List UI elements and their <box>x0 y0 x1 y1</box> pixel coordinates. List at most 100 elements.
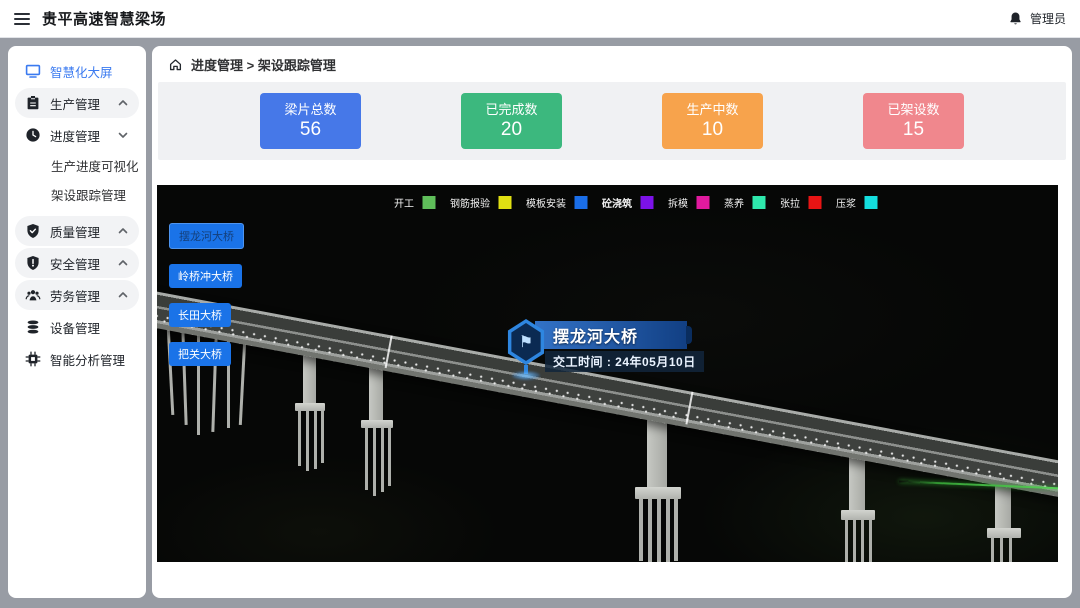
bridge-pile <box>666 499 670 562</box>
bridge-pile <box>674 499 678 561</box>
chevron-up-icon <box>117 225 129 237</box>
stat-label: 生产中数 <box>662 101 763 118</box>
bridge-pile <box>381 428 384 492</box>
legend-item: 压浆 <box>836 195 877 210</box>
clipboard-icon <box>25 95 41 111</box>
bridge-pile <box>373 428 376 496</box>
pier-cap <box>635 487 681 499</box>
bridge-button-baguan[interactable]: 把关大桥 <box>169 342 231 366</box>
bridge-3d-scene[interactable]: 开工 钢筋报验 模板安装 砼浇筑 拆模 蒸养 张拉 压浆 摆龙河大桥 岭桥冲大桥… <box>157 185 1058 562</box>
app-root: 贵平高速智慧梁场 管理员 智慧化大屏 生产管理 <box>0 0 1080 608</box>
main-content: 进度管理 > 架设跟踪管理 梁片总数 56 已完成数 20 生产中数 10 已架… <box>152 46 1072 598</box>
sidebar-item-labor[interactable]: 劳务管理 <box>15 280 139 310</box>
stat-value: 10 <box>662 118 763 141</box>
bridge-pile <box>298 411 301 466</box>
sidebar: 智慧化大屏 生产管理 进度管理 <box>8 46 146 598</box>
bridge-popup-handover-date: 交工时间 : 24年05月10日 <box>545 351 704 372</box>
bridge-pier <box>303 355 316 405</box>
database-icon <box>25 319 41 335</box>
status-legend: 开工 钢筋报验 模板安装 砼浇筑 拆模 蒸养 张拉 压浆 <box>394 195 877 210</box>
legend-swatch <box>752 196 765 209</box>
stat-card-erected[interactable]: 已架设数 15 <box>863 93 964 149</box>
legend-swatch <box>864 196 877 209</box>
bridge-pile <box>321 411 324 463</box>
sidebar-item-production[interactable]: 生产管理 <box>15 88 139 118</box>
legend-swatch <box>498 196 511 209</box>
bridge-pile <box>1009 538 1012 562</box>
sidebar-item-smart-screen[interactable]: 智慧化大屏 <box>15 56 139 86</box>
legend-swatch <box>574 196 587 209</box>
sidebar-item-equipment[interactable]: 设备管理 <box>15 312 139 342</box>
sidebar-item-label: 生产管理 <box>50 94 108 113</box>
bridge-button-lingqiaochong[interactable]: 岭桥冲大桥 <box>169 264 242 288</box>
stat-card-total-beams[interactable]: 梁片总数 56 <box>260 93 361 149</box>
bell-icon[interactable] <box>1008 11 1023 26</box>
stats-band: 梁片总数 56 已完成数 20 生产中数 10 已架设数 15 <box>158 82 1066 160</box>
stat-label: 已完成数 <box>461 101 562 118</box>
bridge-pile <box>991 538 994 562</box>
chevron-up-icon <box>117 257 129 269</box>
bridge-pile <box>306 411 309 471</box>
pier-cap <box>987 528 1021 538</box>
bridge-button-bailonghe[interactable]: 摆龙河大桥 <box>169 223 244 249</box>
legend-item: 模板安装 <box>526 195 587 210</box>
legend-item: 砼浇筑 <box>602 195 653 210</box>
pier-cap <box>841 510 875 520</box>
legend-swatch <box>696 196 709 209</box>
sidebar-item-smart-analysis[interactable]: 智能分析管理 <box>15 344 139 374</box>
stat-card-in-production[interactable]: 生产中数 10 <box>662 93 763 149</box>
top-bar: 贵平高速智慧梁场 管理员 <box>0 0 1080 38</box>
sidebar-item-label: 劳务管理 <box>50 286 108 305</box>
bridge-pile <box>869 520 872 562</box>
stat-card-completed[interactable]: 已完成数 20 <box>461 93 562 149</box>
sidebar-item-label: 安全管理 <box>50 254 108 273</box>
legend-item: 开工 <box>394 195 435 210</box>
bridge-pile <box>314 411 317 469</box>
sidebar-item-label: 智慧化大屏 <box>50 62 129 81</box>
deck-joint <box>685 392 693 425</box>
chevron-up-icon <box>117 289 129 301</box>
legend-item: 蒸养 <box>724 195 765 210</box>
legend-swatch <box>422 196 435 209</box>
sidebar-item-safety[interactable]: 安全管理 <box>15 248 139 278</box>
bridge-popup-title: 摆龙河大桥 <box>535 321 687 349</box>
sidebar-item-label: 智能分析管理 <box>50 350 129 369</box>
bridge-pile <box>648 499 652 562</box>
bridge-pile <box>845 520 848 562</box>
legend-swatch <box>640 196 653 209</box>
bridge-pile <box>853 520 856 562</box>
menu-toggle-icon[interactable] <box>14 13 30 25</box>
home-icon[interactable] <box>168 57 183 72</box>
bridge-button-changtian[interactable]: 长田大桥 <box>169 303 231 327</box>
sidebar-item-label: 进度管理 <box>50 126 108 145</box>
clock-icon <box>25 127 41 143</box>
legend-item: 拆模 <box>668 195 709 210</box>
breadcrumb: 进度管理 > 架设跟踪管理 <box>152 46 1072 82</box>
sidebar-item-quality[interactable]: 质量管理 <box>15 216 139 246</box>
bridge-pile <box>657 499 661 562</box>
sidebar-item-label: 质量管理 <box>50 222 108 241</box>
bridge-pier <box>849 457 865 512</box>
sidebar-subitem-erection-tracking[interactable]: 架设跟踪管理 <box>15 181 139 208</box>
sidebar-subitem-production-visualization[interactable]: 生产进度可视化 <box>15 152 139 179</box>
sidebar-item-label: 设备管理 <box>50 318 129 337</box>
stat-value: 56 <box>260 118 361 141</box>
deck-joint <box>385 335 393 368</box>
chevron-down-icon <box>117 129 129 141</box>
sidebar-item-progress[interactable]: 进度管理 <box>15 120 139 150</box>
legend-item: 钢筋报验 <box>450 195 511 210</box>
bridge-pier <box>369 367 383 422</box>
bridge-pile <box>861 520 864 562</box>
stat-value: 15 <box>863 118 964 141</box>
shield-check-icon <box>25 223 41 239</box>
monitor-icon <box>25 63 41 79</box>
bridge-pile <box>388 428 391 486</box>
sidebar-subitem-label: 生产进度可视化 <box>51 156 139 175</box>
bridge-selector: 摆龙河大桥 岭桥冲大桥 长田大桥 把关大桥 <box>169 223 244 366</box>
stat-value: 20 <box>461 118 562 141</box>
current-user[interactable]: 管理员 <box>1030 10 1066 27</box>
pier-cap <box>295 403 325 411</box>
legend-item: 张拉 <box>780 195 821 210</box>
legend-swatch <box>808 196 821 209</box>
pier-cap <box>361 420 393 428</box>
